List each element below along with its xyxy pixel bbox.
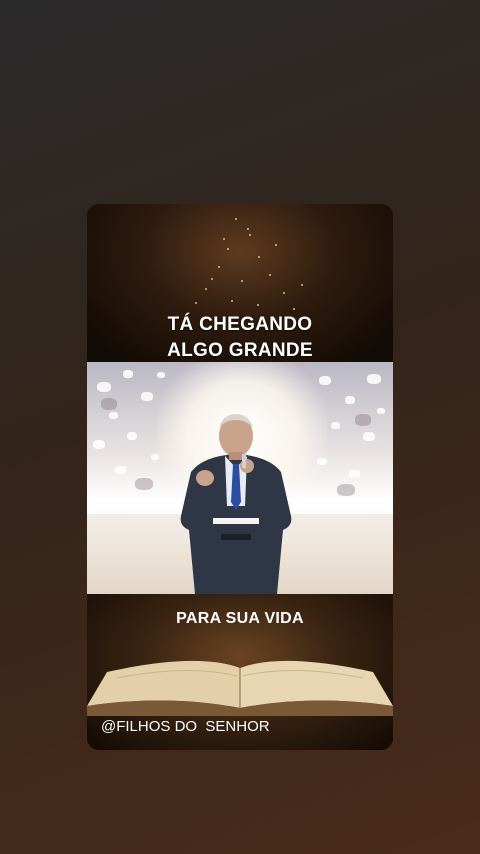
headline-line-1: TÁ CHEGANDO — [167, 314, 313, 335]
sparkle-header: TÁ CHEGANDO ALGO GRANDE — [87, 204, 393, 362]
headline-line-2: ALGO GRANDE — [167, 340, 313, 361]
story-card[interactable]: TÁ CHEGANDO ALGO GRANDE PARA SUA VIDA @F… — [87, 204, 393, 750]
bible-footer: PARA SUA VIDA @FILHOS DO SENHOR — [87, 594, 393, 750]
story-screen: { "story": { "headline_line1": "TÁ CHEGA… — [0, 0, 480, 854]
subline-text: PARA SUA VIDA — [176, 610, 304, 627]
preacher-figure — [180, 414, 292, 594]
open-bible-icon — [87, 660, 393, 716]
video-frame[interactable] — [87, 362, 393, 594]
account-handle[interactable]: @FILHOS DO SENHOR — [101, 718, 270, 735]
